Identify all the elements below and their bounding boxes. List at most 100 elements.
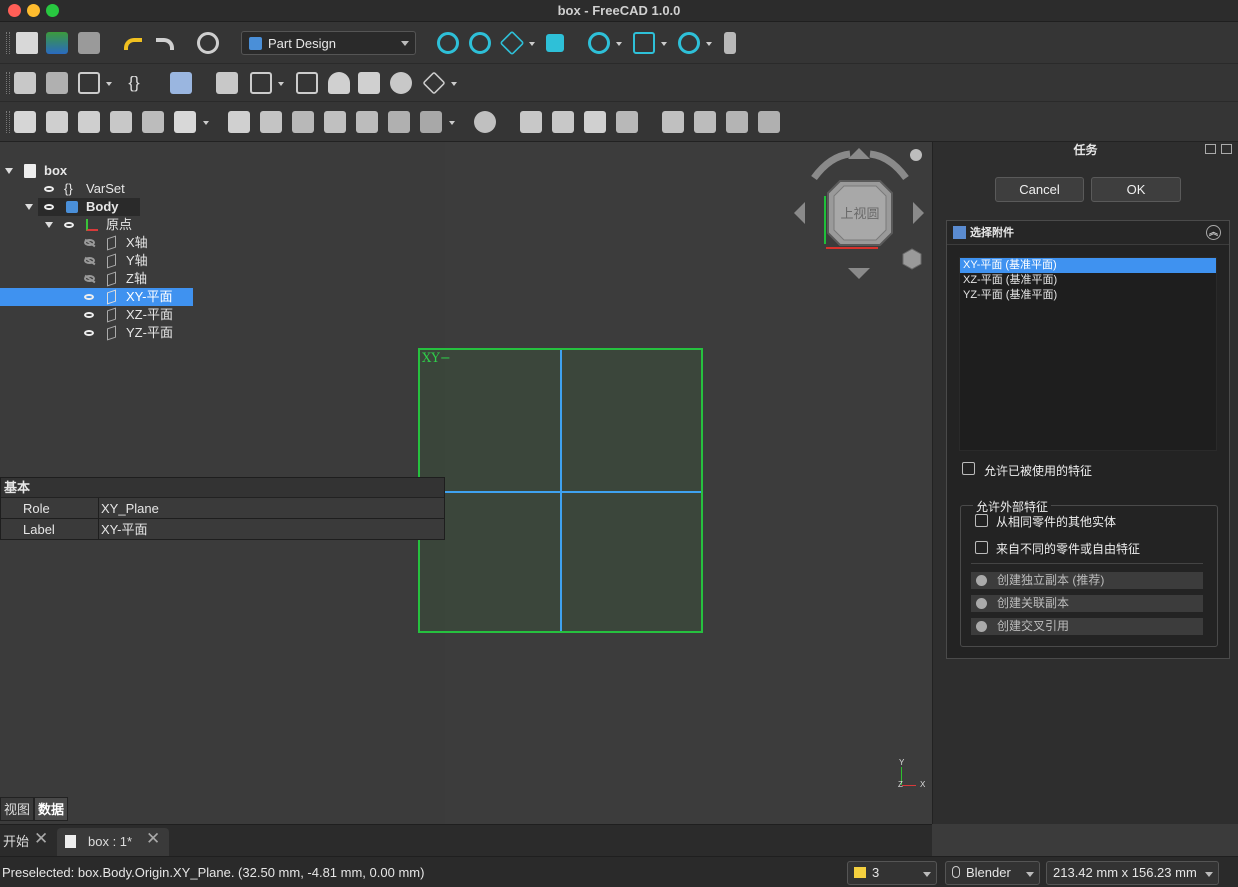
subtractive-loft-icon[interactable] <box>324 111 346 133</box>
tree-item-body[interactable]: Body <box>38 198 140 216</box>
rotate-left-icon[interactable] <box>794 202 805 224</box>
shape-binder-icon[interactable] <box>328 72 350 94</box>
rotate-down-icon[interactable] <box>848 268 870 279</box>
view-cube-mini-icon[interactable] <box>902 248 922 270</box>
multi-transform-icon[interactable] <box>758 111 780 133</box>
radio-cross-reference[interactable]: 创建交叉引用 <box>971 618 1203 635</box>
expand-arrow-icon[interactable] <box>25 204 33 210</box>
xy-plane-preview[interactable]: XY− <box>418 348 703 633</box>
subtractive-pipe-icon[interactable] <box>356 111 378 133</box>
chevron-down-icon[interactable] <box>451 82 457 86</box>
linear-pattern-icon[interactable] <box>694 111 716 133</box>
visibility-eye-icon[interactable] <box>44 204 54 210</box>
property-row-label[interactable]: Label XY-平面 <box>1 519 444 540</box>
redo-icon[interactable] <box>156 38 174 50</box>
chamfer-icon[interactable] <box>552 111 574 133</box>
chevron-down-icon[interactable] <box>706 42 712 46</box>
tree-item-yz-plane[interactable]: YZ-平面 <box>0 324 200 342</box>
groove-icon[interactable] <box>292 111 314 133</box>
ok-button[interactable]: OK <box>1091 177 1181 202</box>
navigation-cube[interactable]: 上视圆 <box>790 144 930 284</box>
tree-item-varset[interactable]: {} VarSet <box>0 180 200 198</box>
property-row-role[interactable]: Role XY_Plane <box>1 498 444 519</box>
subtractive-primitive-icon[interactable] <box>420 111 442 133</box>
radio-button[interactable] <box>976 598 987 609</box>
subtractive-helix-icon[interactable] <box>388 111 410 133</box>
close-icon[interactable]: ✕ <box>34 830 48 847</box>
fit-all-icon[interactable] <box>437 32 459 54</box>
tree-item-origin[interactable]: 原点 <box>0 216 200 234</box>
close-panel-icon[interactable] <box>1221 144 1232 154</box>
chevron-down-icon[interactable] <box>278 82 284 86</box>
cancel-button[interactable]: Cancel <box>995 177 1084 202</box>
property-value[interactable]: XY_Plane <box>101 498 159 519</box>
stereo-icon[interactable] <box>633 32 655 54</box>
create-group-icon[interactable] <box>46 72 68 94</box>
roll-right-icon[interactable] <box>869 150 909 181</box>
save-document-icon[interactable] <box>78 32 100 54</box>
clone-body-icon[interactable] <box>390 72 412 94</box>
chevron-down-icon[interactable] <box>529 42 535 46</box>
chevron-down-icon[interactable] <box>449 121 455 125</box>
navigation-style-selector[interactable]: Blender <box>945 861 1040 885</box>
draft-icon[interactable] <box>584 111 606 133</box>
visibility-hidden-icon[interactable] <box>84 257 95 264</box>
reference-list[interactable]: XY-平面 (基准平面) XZ-平面 (基准平面) YZ-平面 (基准平面) <box>959 257 1217 451</box>
rotate-up-icon[interactable] <box>848 148 870 159</box>
visibility-eye-icon[interactable] <box>84 294 94 300</box>
tab-view[interactable]: 视图 <box>0 797 35 821</box>
refresh-icon[interactable] <box>197 32 219 54</box>
chevron-down-icon[interactable] <box>203 121 209 125</box>
pad-icon[interactable] <box>14 111 36 133</box>
toolbar-grip[interactable] <box>6 111 10 133</box>
tree-item-y-axis[interactable]: Y轴 <box>0 252 200 270</box>
tab-data[interactable]: 数据 <box>34 797 69 821</box>
additive-primitive-icon[interactable] <box>174 111 196 133</box>
local-coordinate-icon[interactable] <box>422 71 446 95</box>
toolbar-grip[interactable] <box>6 32 10 54</box>
close-icon[interactable]: ✕ <box>146 830 160 847</box>
visibility-eye-icon[interactable] <box>64 222 74 228</box>
visibility-eye-icon[interactable] <box>84 330 94 336</box>
collapse-icon[interactable]: ︽ <box>1206 225 1221 240</box>
boolean-icon[interactable] <box>474 111 496 133</box>
fit-selection-icon[interactable] <box>469 32 491 54</box>
clone-icon[interactable] <box>216 72 238 94</box>
tab-start[interactable]: 开始 <box>3 828 29 856</box>
mirrored-icon[interactable] <box>662 111 684 133</box>
hole-icon[interactable] <box>260 111 282 133</box>
measure-icon[interactable] <box>724 32 736 54</box>
view-menu-icon[interactable] <box>910 149 922 161</box>
draw-style-icon[interactable] <box>588 32 610 54</box>
visibility-eye-icon[interactable] <box>44 186 54 192</box>
visibility-hidden-icon[interactable] <box>84 275 95 282</box>
open-document-icon[interactable] <box>46 32 68 54</box>
level-selector[interactable]: 3 <box>847 861 937 885</box>
rotate-right-icon[interactable] <box>913 202 924 224</box>
view-cube-icon[interactable] <box>499 30 525 56</box>
whats-this-icon[interactable] <box>170 72 192 94</box>
chevron-down-icon[interactable] <box>106 82 112 86</box>
expand-arrow-icon[interactable] <box>5 168 13 174</box>
polar-pattern-icon[interactable] <box>726 111 748 133</box>
radio-independent-copy[interactable]: 创建独立副本 (推荐) <box>971 572 1203 589</box>
same-part-checkbox[interactable] <box>975 514 988 527</box>
property-value[interactable]: XY-平面 <box>101 519 147 540</box>
new-document-icon[interactable] <box>16 32 38 54</box>
chevron-down-icon[interactable] <box>616 42 622 46</box>
list-item[interactable]: YZ-平面 (基准平面) <box>960 288 1216 303</box>
allow-used-checkbox[interactable] <box>962 462 975 475</box>
tree-item-xy-plane[interactable]: XY-平面 <box>0 288 193 306</box>
radio-button[interactable] <box>976 575 987 586</box>
property-group-basic[interactable]: 基本 <box>1 478 444 498</box>
tree-item-box[interactable]: box <box>0 162 200 180</box>
diff-part-checkbox[interactable] <box>975 541 988 554</box>
undo-icon[interactable] <box>124 38 142 50</box>
toolbar-grip[interactable] <box>6 72 10 94</box>
radio-button[interactable] <box>976 621 987 632</box>
sketch-icon[interactable] <box>296 72 318 94</box>
dimension-selector[interactable]: 213.42 mm x 156.23 mm <box>1046 861 1219 885</box>
thickness-icon[interactable] <box>616 111 638 133</box>
tree-item-xz-plane[interactable]: XZ-平面 <box>0 306 200 324</box>
loft-icon[interactable] <box>78 111 100 133</box>
